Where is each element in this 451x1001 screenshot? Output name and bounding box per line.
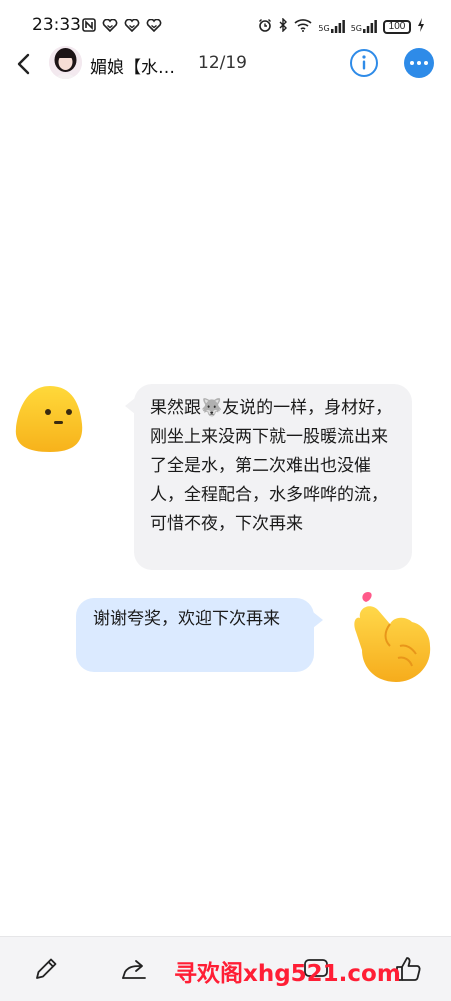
share-icon [122, 960, 146, 979]
heart-chat-icon [124, 17, 140, 36]
network-label: 5G [350, 24, 362, 33]
info-icon [350, 49, 378, 77]
share-button[interactable] [118, 953, 150, 985]
status-bar: 23:33 5G 5G 100 [0, 0, 451, 46]
sender-avatar[interactable] [14, 384, 86, 454]
bluetooth-icon [278, 17, 288, 36]
outgoing-message-bubble[interactable]: 谢谢夸奖，欢迎下次再来 [76, 598, 323, 672]
more-horizontal-icon [410, 61, 414, 65]
nfc-icon [82, 17, 96, 36]
edit-button[interactable] [30, 953, 62, 985]
contact-avatar[interactable] [49, 46, 82, 79]
wifi-icon [294, 17, 312, 36]
pencil-icon [36, 958, 57, 979]
my-avatar[interactable] [350, 588, 438, 688]
incoming-message-bubble[interactable]: 果然跟🐺友说的一样，身材好，刚坐上来没两下就一股暖流出来了全是水，第二次难出也没… [125, 384, 412, 570]
charging-icon [417, 17, 425, 36]
back-button[interactable] [10, 50, 38, 78]
watermark-text: 寻欢阁xhg521.com [174, 961, 401, 987]
battery-indicator: 100 [383, 19, 411, 34]
message-text: 谢谢夸奖，欢迎下次再来 [93, 609, 280, 629]
status-time: 23:33 [32, 15, 81, 35]
message-text: 果然跟🐺友说的一样，身材好，刚坐上来没两下就一股暖流出来了全是水，第二次难出也没… [150, 398, 393, 534]
alarm-icon [258, 17, 272, 36]
info-button[interactable] [349, 48, 379, 78]
signal-icon: 5G [318, 20, 345, 33]
contact-name[interactable]: 媚娘【水… [90, 53, 175, 78]
network-label: 5G [318, 24, 330, 33]
signal-icon: 5G [351, 20, 377, 33]
status-left-icons [82, 17, 162, 36]
heart-chat-icon [146, 17, 162, 36]
page-counter: 12/19 [198, 53, 247, 73]
chevron-left-icon [17, 53, 30, 75]
chat-header: 媚娘【水… 12/19 [0, 46, 451, 88]
status-right-icons: 5G 5G 100 [258, 17, 425, 36]
more-button[interactable] [404, 48, 434, 78]
heart-chat-icon [102, 17, 118, 36]
